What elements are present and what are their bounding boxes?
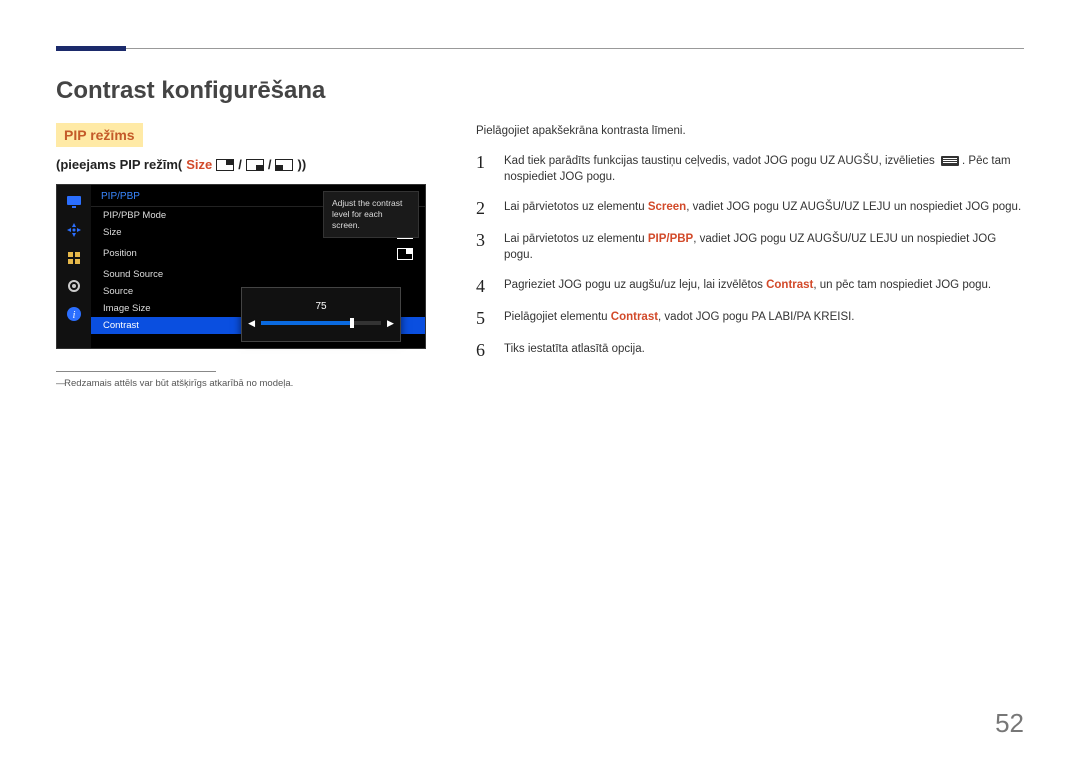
osd-screenshot: i PIP/PBP PIP/PBP ModeOn Size Position S… xyxy=(56,184,426,349)
footnote-text: Redzamais attēls var būt atšķirīgs atkar… xyxy=(56,378,436,389)
step-text-4: Pagrieziet JOG pogu uz augšu/uz leju, la… xyxy=(504,277,1024,293)
intro-text: Pielāgojiet apakšekrāna kontrasta līmeni… xyxy=(476,123,1024,139)
avail-suffix: )) xyxy=(297,157,306,172)
osd-tooltip: Adjust the contrast level for each scree… xyxy=(323,191,419,238)
step-6: 6 Tiks iestatīta atlasītā opcija. xyxy=(476,341,1024,359)
sep1: / xyxy=(238,157,242,172)
info-icon: i xyxy=(65,305,83,323)
step-num-2: 2 xyxy=(476,199,492,217)
step-text-2: Lai pārvietotos uz elementu Screen, vadi… xyxy=(504,199,1024,215)
step-3: 3 Lai pārvietotos uz elementu PIP/PBP, v… xyxy=(476,231,1024,263)
step-text-1: Kad tiek parādīts funkcijas taustiņu ceļ… xyxy=(504,153,1024,185)
accent-bar xyxy=(56,46,126,51)
slider-thumb xyxy=(350,318,354,328)
osd-row-position: Position xyxy=(91,245,425,266)
size-keyword: Size xyxy=(186,157,212,172)
slider-value: 75 xyxy=(315,301,326,312)
step-2: 2 Lai pārvietotos uz elementu Screen, va… xyxy=(476,199,1024,217)
step-text-3: Lai pārvietotos uz elementu PIP/PBP, vad… xyxy=(504,231,1024,263)
step-num-5: 5 xyxy=(476,309,492,327)
step-num-6: 6 xyxy=(476,341,492,359)
top-rule xyxy=(56,48,1024,49)
step-4: 4 Pagrieziet JOG pogu uz augšu/uz leju, … xyxy=(476,277,1024,295)
osd-row-sound: Sound Source xyxy=(91,266,425,283)
size-icon-top-right xyxy=(216,159,234,171)
footnote-rule xyxy=(56,371,216,372)
slider-right-arrow: ▶ xyxy=(387,318,394,329)
nav-icon xyxy=(65,221,83,239)
monitor-icon xyxy=(65,193,83,211)
size-icon-bottom-left xyxy=(275,159,293,171)
mode-badge: PIP režīms xyxy=(56,123,143,147)
step-text-6: Tiks iestatīta atlasītā opcija. xyxy=(504,341,1024,357)
sep2: / xyxy=(268,157,272,172)
step-num-4: 4 xyxy=(476,277,492,295)
step-num-1: 1 xyxy=(476,153,492,171)
availability-line: (pieejams PIP režīm( Size / / )) xyxy=(56,157,436,172)
step-5: 5 Pielāgojiet elementu Contrast, vadot J… xyxy=(476,309,1024,327)
step-num-3: 3 xyxy=(476,231,492,249)
step-text-5: Pielāgojiet elementu Contrast, vadot JOG… xyxy=(504,309,1024,325)
slider-track xyxy=(261,321,381,325)
grid-icon xyxy=(65,249,83,267)
osd-sidebar: i xyxy=(57,185,91,348)
slider-left-arrow: ◀ xyxy=(248,318,255,329)
slider-popup: 75 ◀ ▶ xyxy=(241,287,401,342)
size-icon-bottom-right xyxy=(246,159,264,171)
steps-list: 1 Kad tiek parādīts funkcijas taustiņu c… xyxy=(476,153,1024,359)
svg-text:i: i xyxy=(73,310,76,321)
avail-prefix: (pieejams PIP režīm( xyxy=(56,157,182,172)
page-heading: Contrast konfigurēšana xyxy=(56,77,1024,105)
menu-icon xyxy=(941,156,959,166)
slider-fill xyxy=(261,321,351,325)
position-value-icon xyxy=(397,248,413,260)
page-number: 52 xyxy=(995,708,1024,739)
gear-icon xyxy=(65,277,83,295)
step-1: 1 Kad tiek parādīts funkcijas taustiņu c… xyxy=(476,153,1024,185)
